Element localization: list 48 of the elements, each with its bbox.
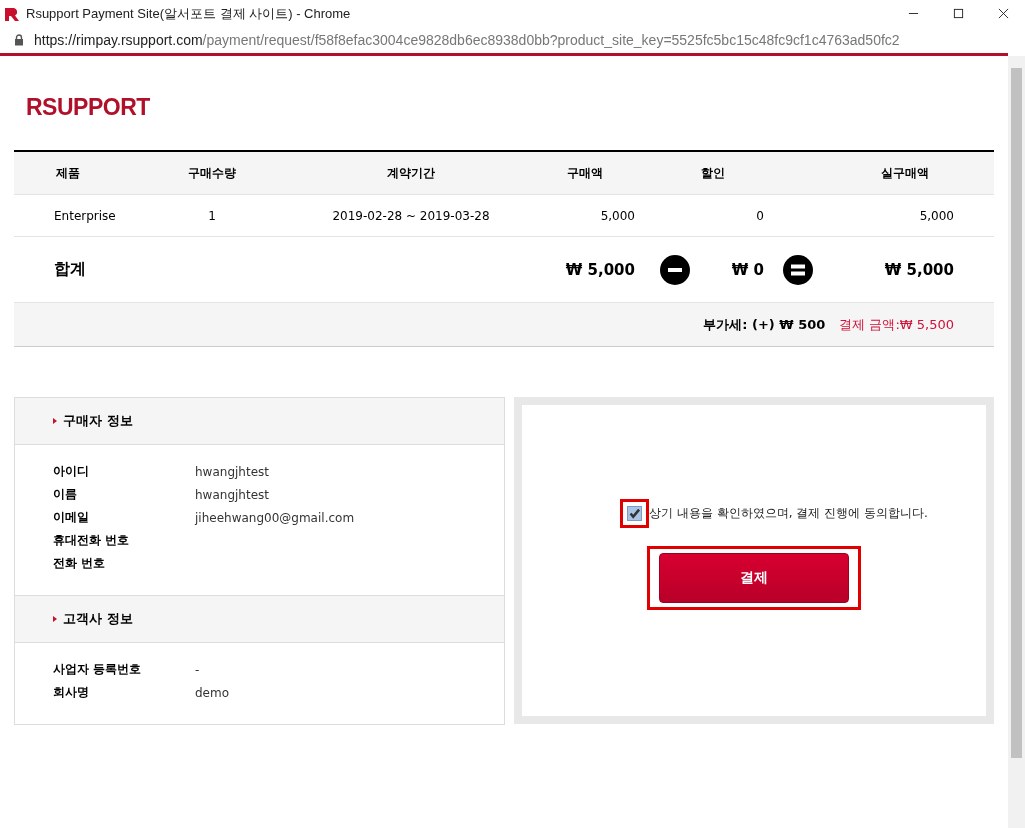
payment-amount: 결제 금액:₩ 5,500 bbox=[839, 315, 954, 334]
triangle-icon bbox=[53, 418, 57, 424]
table-cell-text: 5,000 bbox=[918, 208, 955, 223]
table-cell-text: 1 bbox=[207, 208, 217, 223]
minus-icon bbox=[660, 254, 690, 285]
vat-amount: 부가세: (+) ₩ 500 bbox=[703, 315, 826, 334]
field-label: 이름 bbox=[53, 486, 78, 503]
equals-icon bbox=[782, 254, 813, 285]
close-icon[interactable] bbox=[998, 8, 1009, 19]
agreement-text: 상기 내용을 확인하였으며, 결제 진행에 동의합니다. bbox=[649, 505, 928, 522]
section-title: 고객사 정보 bbox=[63, 610, 133, 628]
total-label: 합계 bbox=[53, 259, 87, 280]
app-logo-icon bbox=[4, 5, 20, 22]
field-label: 사업자 등록번호 bbox=[53, 661, 143, 678]
column-header: 구매액 bbox=[566, 164, 604, 182]
column-header: 할인 bbox=[699, 164, 726, 182]
table-cell-text: 0 bbox=[755, 208, 765, 223]
total-price: ₩ 5,000 bbox=[564, 260, 636, 279]
total-net: ₩ 5,000 bbox=[883, 260, 955, 279]
field-label: 휴대전화 번호 bbox=[53, 532, 131, 549]
window-title: Rsupport Payment Site(알서포트 결제 사이트) - Chrome bbox=[26, 4, 351, 23]
lock-icon bbox=[14, 34, 24, 46]
field-label: 이메일 bbox=[53, 509, 90, 526]
table-cell-text: 2019-02-28 ~ 2019-03-28 bbox=[331, 208, 491, 223]
section-title: 구매자 정보 bbox=[63, 412, 133, 430]
table-cell-text: 5,000 bbox=[599, 208, 636, 223]
field-value: hwangjhtest bbox=[195, 464, 269, 479]
column-header: 실구매액 bbox=[879, 164, 930, 182]
field-value: - bbox=[195, 662, 200, 677]
field-label: 회사명 bbox=[53, 684, 90, 701]
address-bar[interactable]: https://rimpay.rsupport.com/payment/request/f58f8efac3004ce9828db6ec8938d0bb?product_site_key=5525fc5bc15c48fc9cf1c4763ad50fc2 bbox=[34, 32, 900, 48]
column-header: 제품 bbox=[55, 164, 81, 182]
scrollbar-thumb[interactable] bbox=[1011, 68, 1022, 758]
company-logo: RSUPPORT bbox=[26, 94, 151, 122]
field-label: 전화 번호 bbox=[53, 555, 107, 572]
field-value: jiheehwang00@gmail.com bbox=[195, 510, 355, 525]
agreement-checkbox[interactable] bbox=[627, 506, 643, 521]
scrollbar[interactable] bbox=[1008, 56, 1025, 828]
column-header: 구매수량 bbox=[187, 164, 237, 182]
column-header: 계약기간 bbox=[386, 164, 436, 182]
field-value: demo bbox=[195, 685, 230, 700]
pay-button[interactable]: 결제 bbox=[659, 553, 849, 603]
total-discount: ₩ 0 bbox=[730, 260, 765, 279]
table-cell-text: Enterprise bbox=[53, 208, 117, 223]
field-value: hwangjhtest bbox=[195, 487, 269, 502]
field-label: 아이디 bbox=[53, 463, 90, 480]
triangle-icon bbox=[53, 616, 57, 622]
maximize-icon[interactable] bbox=[953, 8, 964, 19]
